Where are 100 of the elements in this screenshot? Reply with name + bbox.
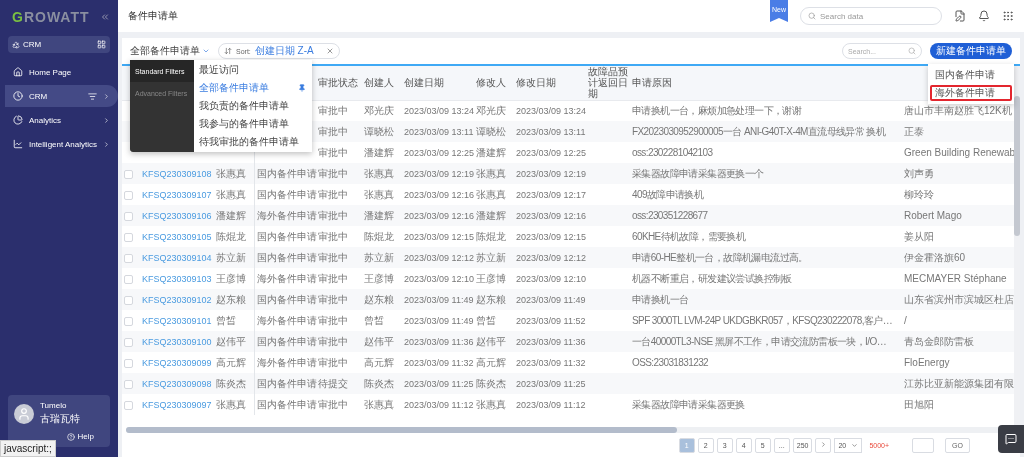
help-link[interactable]: Help [66, 432, 94, 441]
table-cell: FloEnergy [904, 357, 950, 368]
table-cell: 审批中 [318, 335, 348, 347]
close-icon[interactable] [325, 47, 334, 55]
table-cell: 申请换机一台 [632, 293, 689, 305]
filter-option[interactable]: 全部备件申请单 [194, 79, 312, 97]
table-cell: 邓光庆 [476, 104, 506, 116]
table-cell: 姜从阳 [904, 230, 934, 242]
note-icon[interactable] [954, 10, 966, 22]
table-cell: 张惠真 [216, 188, 246, 200]
status-url: javascript:; [0, 440, 56, 457]
nav-item[interactable]: CRM [5, 85, 118, 107]
table-cell: 江苏比亚新能源集团有限 [904, 377, 1014, 389]
row-checkbox[interactable] [124, 274, 133, 284]
sort-value: 创建日期 Z-A [254, 44, 314, 58]
table-cell: 王彦博 [364, 272, 394, 284]
table-cell: 2023/03/09 12:15 [516, 232, 587, 242]
column-header: 创建日期 [404, 77, 444, 89]
collapse-icon[interactable] [100, 12, 110, 22]
table-cell: 海外备件申请 [256, 356, 317, 368]
table-cell: 2023/03/09 11:25 [404, 379, 474, 389]
table-cell: 国内备件申请 [256, 188, 317, 200]
table-cell: 王彦博 [216, 272, 246, 284]
table-cell: 60KHE待机故障，需要换机 [632, 230, 746, 242]
table-cell: 陈焜龙 [216, 230, 246, 242]
table-cell: 潘建辉 [364, 146, 394, 158]
table-cell: 赵伟平 [216, 335, 246, 347]
table-cell: oss:230351228677 [632, 210, 708, 221]
row-checkbox[interactable] [124, 232, 133, 242]
menu-item[interactable]: 海外备件申请 [930, 85, 1012, 101]
clock-icon [13, 91, 23, 101]
filter-option[interactable]: 待我审批的备件申请单 [194, 133, 312, 151]
nav-item[interactable]: Intelligent Analytics [5, 133, 118, 155]
logo: G ROWATT [12, 9, 90, 25]
row-checkbox[interactable] [124, 253, 133, 263]
table-cell: 山东省滨州市滨城区杜店 [904, 293, 1014, 305]
chat-button[interactable] [998, 425, 1024, 453]
row-checkbox[interactable] [124, 190, 133, 200]
workspace-switcher[interactable]: CRM [8, 36, 110, 53]
table-cell: 潘建辉 [476, 146, 506, 158]
table-cell: 2023/03/09 11:52 [516, 316, 586, 326]
table-cell: 2023/03/09 11:36 [516, 337, 586, 347]
page-input[interactable] [912, 437, 935, 453]
view-selector[interactable]: 全部备件申请单 [130, 44, 210, 58]
table-cell: 2023/03/09 12:10 [404, 274, 475, 284]
table-cell: 国内备件申请 [256, 167, 317, 179]
table-cell: FX2023030952900005一台 ANI-G40T-X-4M直流母线异常 换机 [632, 125, 886, 137]
table-cell: 潘建辉 [216, 209, 246, 221]
nav-item[interactable]: Analytics [5, 109, 118, 131]
search-icon [808, 12, 816, 20]
table-cell: 赵东粮 [476, 293, 506, 305]
filter-option[interactable]: 最近访问 [194, 61, 312, 79]
column-header: 申请原因 [632, 77, 672, 89]
row-checkbox[interactable] [124, 316, 133, 326]
user-name: Tumelo [40, 401, 68, 410]
table-cell: 苏立新 [364, 251, 394, 263]
table-cell: 国内备件申请 [256, 335, 317, 347]
table-cell: 曾皙 [476, 314, 496, 326]
home-icon [13, 67, 23, 77]
row-checkbox[interactable] [124, 169, 133, 179]
table-cell: Green Building Renewab [904, 147, 1016, 158]
new-request-button[interactable]: 新建备件申请单 [930, 43, 1012, 59]
table-cell: 谭晓松 [476, 125, 506, 137]
grid-icon [97, 40, 106, 49]
table-cell: 审批中 [318, 314, 348, 326]
row-checkbox[interactable] [124, 337, 133, 347]
table-cell: 审批中 [318, 104, 348, 116]
table-cell: 潘建辉 [364, 209, 394, 221]
row-checkbox[interactable] [124, 358, 133, 368]
row-checkbox[interactable] [124, 211, 133, 221]
menu-item[interactable]: 国内备件申请 [930, 67, 1012, 83]
table-cell: 赵伟平 [476, 335, 506, 347]
table-cell: 机器不断重启，研发建议尝试换控制板 [632, 272, 792, 284]
caret-icon [202, 47, 210, 55]
table-cell: 审批中 [318, 188, 348, 200]
filter-option[interactable]: 我负责的备件申请单 [194, 97, 312, 115]
sort-icon [224, 47, 232, 55]
row-checkbox[interactable] [124, 379, 133, 389]
table-cell: 2023/03/09 12:15 [404, 232, 475, 242]
table-cell: 陈炎杰 [364, 377, 394, 389]
table-cell: 张惠真 [364, 188, 394, 200]
row-checkbox[interactable] [124, 400, 133, 410]
table-cell: 审批中 [318, 230, 348, 242]
table-cell: 2023/03/09 12:12 [404, 253, 475, 263]
nav-item[interactable]: Home Page [5, 61, 118, 83]
table-cell: 海外备件申请 [256, 314, 317, 326]
apps-icon[interactable] [1002, 10, 1014, 22]
table-cell: 2023/03/09 12:10 [516, 274, 587, 284]
row-checkbox[interactable] [124, 295, 133, 305]
pin-icon[interactable] [298, 84, 306, 92]
table-cell: 陈炎杰 [476, 377, 506, 389]
table-cell: 伊金霍洛旗60 [904, 251, 966, 263]
bell-icon[interactable] [978, 10, 990, 22]
table-cell: 审批中 [318, 293, 348, 305]
table-cell: 审批中 [318, 272, 348, 284]
filter-option[interactable]: 我参与的备件申请单 [194, 115, 312, 133]
table-cell: 唐山市丰南赵胜飞12K机 [904, 104, 1012, 116]
table-cell: 高元辉 [216, 356, 246, 368]
next-page-button[interactable] [815, 437, 832, 453]
table-cell: 2023/03/09 11:25 [516, 379, 586, 389]
